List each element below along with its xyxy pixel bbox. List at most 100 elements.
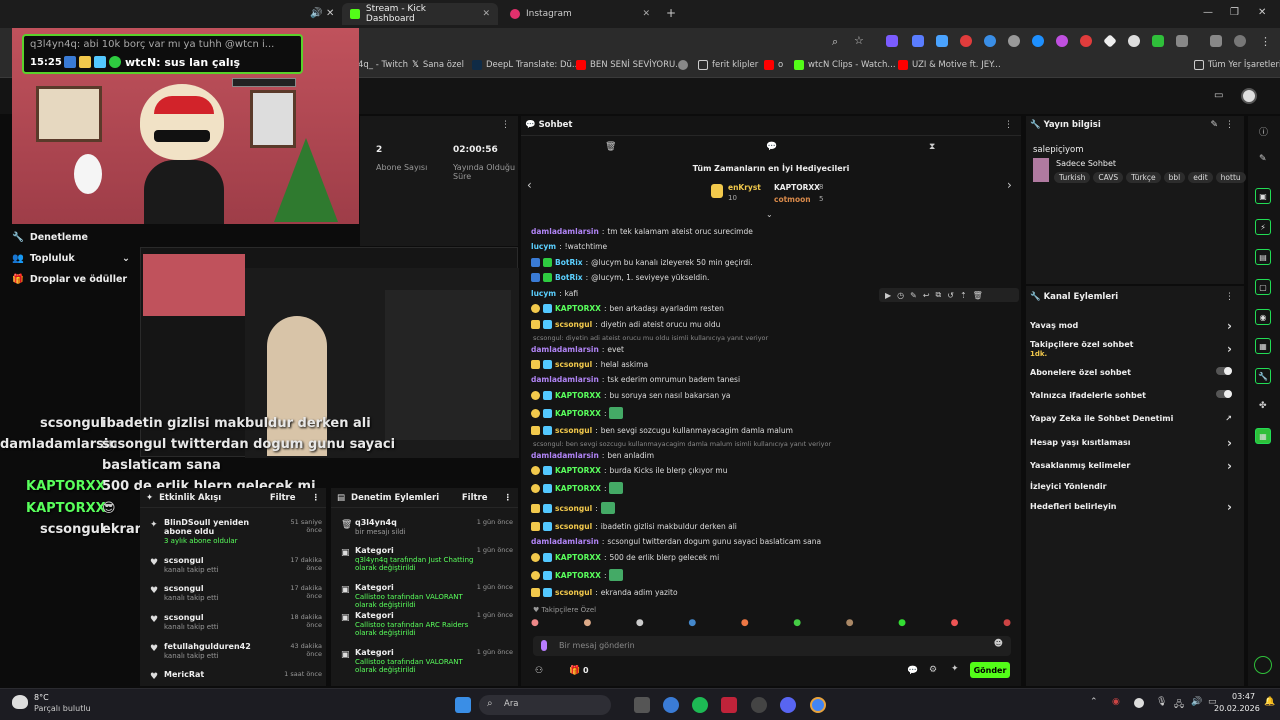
bookmark-item[interactable]: 4q_ - Twitch <box>358 60 408 70</box>
profile-avatar[interactable] <box>1234 35 1246 47</box>
emote-icon[interactable]: ● <box>846 618 854 632</box>
extension-icon[interactable] <box>1056 35 1068 47</box>
notification-bell-icon[interactable]: 🔔 <box>1264 697 1275 707</box>
chat-bubble-icon[interactable]: 💬 <box>907 666 918 676</box>
chat-username[interactable]: BotRix <box>555 273 583 282</box>
chat-username[interactable]: scsongul <box>555 588 592 597</box>
gear-icon[interactable]: ⚙ <box>929 665 937 675</box>
extension-icon[interactable] <box>1008 35 1020 47</box>
chat-message[interactable]: BotRix: @lucym, 1. seviyeye yükseldin. <box>531 273 709 282</box>
chat-username[interactable]: KAPTORXX <box>555 304 601 313</box>
filter-button[interactable]: Filtre <box>462 493 488 503</box>
action-emotes-only[interactable]: Yalnızca ifadelerle sohbet <box>1030 390 1236 400</box>
chat-bubble-icon[interactable]: 💬 <box>766 142 777 152</box>
trash-icon[interactable]: 🗑 <box>973 291 983 300</box>
pin-icon[interactable]: ✎ <box>910 291 917 300</box>
sidebar-item-community[interactable]: 👥 Topluluk ⌄ <box>12 253 130 264</box>
zoom-icon[interactable]: ⌕ <box>832 35 838 49</box>
rail-button[interactable]: ▣ <box>1255 188 1271 204</box>
chat-username[interactable]: KAPTORXX <box>555 553 601 562</box>
emote-icon[interactable]: ● <box>793 618 801 632</box>
menu-icon[interactable]: ⋮ <box>504 493 513 503</box>
chat-bubble-icon[interactable]: ▢ <box>1255 279 1271 295</box>
toggle-switch[interactable] <box>1216 367 1232 375</box>
chat-username[interactable]: scsongul <box>555 360 592 369</box>
info-icon[interactable]: ⓘ <box>1259 125 1268 138</box>
minimize-button[interactable]: — <box>1203 7 1213 18</box>
settings-icon[interactable]: ✦ <box>951 664 959 674</box>
chat-message[interactable]: damladamlarsin: tm tek kalamam ateist oru… <box>531 227 753 236</box>
help-button[interactable] <box>1254 656 1272 674</box>
user-avatar[interactable] <box>1241 88 1257 104</box>
tray-icon[interactable]: ◉ <box>1112 697 1120 707</box>
hourglass-icon[interactable]: ⧗ <box>929 142 935 152</box>
tag[interactable]: bbl <box>1163 172 1186 183</box>
bookmark-item[interactable] <box>678 60 688 70</box>
chat-username[interactable]: scsongul <box>555 426 592 435</box>
chat-username[interactable]: damladamlarsin <box>531 345 599 354</box>
menu-icon[interactable]: ⋮ <box>1260 35 1271 48</box>
action-followers-only[interactable]: Takipçilere özel sohbet 1dk. › <box>1030 340 1236 358</box>
tag[interactable]: edit <box>1188 172 1213 183</box>
emote-icon[interactable]: ● <box>741 618 749 632</box>
chat-message[interactable]: KAPTORXX: ben arkadaşı ayarladım resten <box>531 304 724 313</box>
chat-input-box[interactable]: Bir mesaj gönderin ☻ <box>533 636 1011 656</box>
chat-username[interactable]: damladamlarsin <box>531 227 599 236</box>
action-slow-mode[interactable]: Yavaş mod › <box>1030 319 1236 333</box>
chevron-left-icon[interactable]: ‹ <box>527 178 532 192</box>
emote-icon[interactable]: ● <box>951 618 959 632</box>
chat-message[interactable]: KAPTORXX: <box>531 569 624 581</box>
network-icon[interactable]: 🖧 <box>1174 697 1184 713</box>
menu-icon[interactable]: ⋮ <box>1225 292 1234 302</box>
bolt-icon[interactable]: ⚡ <box>1255 219 1271 235</box>
emote-icon[interactable]: ● <box>688 618 696 632</box>
taskbar-search[interactable]: ⌕ Ara <box>479 695 611 715</box>
sidebar-item-drops[interactable]: 🎁 Droplar ve ödüller <box>12 274 127 285</box>
task-view-icon[interactable] <box>634 697 650 713</box>
chat-username[interactable]: KAPTORXX <box>555 484 601 493</box>
chat-message[interactable]: scsongul: diyetin adi ateist orucu mu old… <box>531 320 720 329</box>
menu-icon[interactable]: ⋮ <box>1225 120 1234 130</box>
chat-username[interactable]: damladamlarsin <box>531 451 599 460</box>
chat-username[interactable]: KAPTORXX <box>555 571 601 580</box>
bookmark-item-all[interactable]: Tüm Yer İşaretleri <box>1194 60 1280 70</box>
extension-icon[interactable] <box>886 35 898 47</box>
puzzle-icon[interactable] <box>1176 35 1188 47</box>
chat-message[interactable]: BotRix: @lucym bu kanalı izleyerek 50 min… <box>531 258 753 267</box>
app-icon[interactable] <box>751 697 767 713</box>
send-button[interactable]: Gönder <box>970 662 1010 678</box>
rail-button[interactable]: ◉ <box>1255 309 1271 325</box>
bookmark-item[interactable]: wtcN Clips - Watch... <box>794 60 896 70</box>
chat-username[interactable]: scsongul <box>555 320 592 329</box>
menu-icon[interactable]: ⋮ <box>312 493 321 503</box>
reading-list-icon[interactable] <box>1210 35 1222 47</box>
bookmark-item[interactable]: UZI & Motive ft. JEY... <box>898 60 1001 70</box>
rail-button[interactable]: ▤ <box>1255 249 1271 265</box>
chat-message[interactable]: KAPTORXX: burda Kicks ile blerp çıkıyor m… <box>531 466 728 475</box>
bookmark-item[interactable]: 𝕏 Sana özel <box>412 60 464 70</box>
tab-instagram[interactable]: Instagram ✕ <box>502 3 658 25</box>
chat-username[interactable]: BotRix <box>555 258 583 267</box>
emote-icon[interactable]: ● <box>636 618 644 632</box>
chat-message[interactable]: scsongul: <box>531 502 615 514</box>
tab-kick-dashboard[interactable]: Stream - Kick Dashboard ✕ <box>342 3 498 25</box>
wrench-icon[interactable]: 🔧 <box>1255 368 1271 384</box>
action-goals[interactable]: Hedefleri belirleyin › <box>1030 500 1236 514</box>
chat-message[interactable]: KAPTORXX: bu soruya sen nasıl bakarsan ya <box>531 391 731 400</box>
screen-icon[interactable]: ▭ <box>1214 90 1223 101</box>
action-account-age[interactable]: Hesap yaşı kısıtlaması › <box>1030 436 1236 450</box>
tab-close-icon[interactable]: ✕ <box>642 9 650 19</box>
chat-username[interactable]: scsongul <box>555 504 592 513</box>
tag[interactable]: Turkish <box>1054 172 1091 183</box>
chat-username[interactable]: KAPTORXX <box>555 409 601 418</box>
action-subscribers-only[interactable]: Abonelere özel sohbet <box>1030 367 1236 377</box>
spotify-icon[interactable] <box>692 697 708 713</box>
chrome-icon[interactable] <box>810 697 826 713</box>
undo-icon[interactable]: ↺ <box>947 291 954 300</box>
edit-icon[interactable]: ✎ <box>1259 154 1267 164</box>
chat-message[interactable]: scsongul: ibadetin gizlisi makbuldur derk… <box>531 522 737 531</box>
pin-icon[interactable]: ⇡ <box>960 291 967 300</box>
emote-icon[interactable]: ● <box>531 618 539 632</box>
microphone-icon[interactable]: 🎙 <box>1156 697 1167 707</box>
extension-icon[interactable] <box>960 35 972 47</box>
